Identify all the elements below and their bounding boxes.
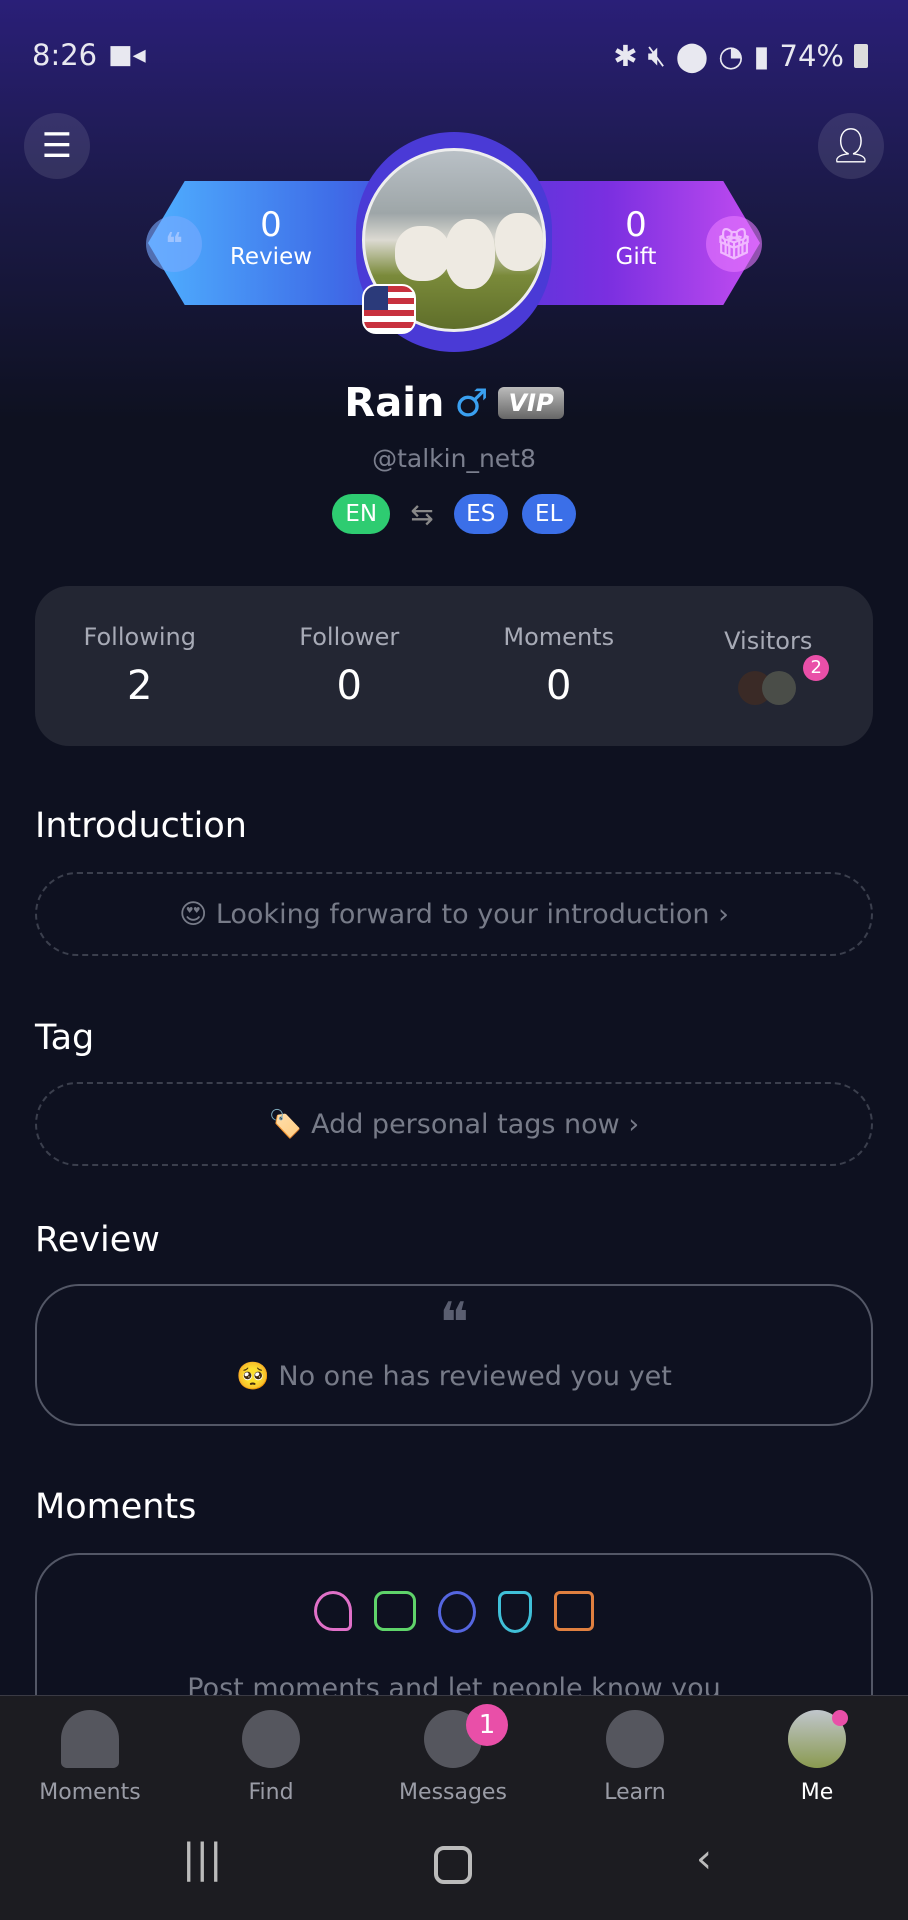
status-bar: 8:26 ■◂ ✱ 🔇︎ ⬤ ◔ ▮ 74% [0, 30, 908, 82]
stat-following[interactable]: Following 2 [45, 623, 235, 709]
tag-prompt[interactable]: 🏷️ Add personal tags now › [35, 1082, 873, 1166]
nav-label: Me [800, 1780, 834, 1805]
battery-text: 74% [779, 38, 844, 73]
video-icon: ■◂ [108, 40, 146, 70]
us-flag-icon [362, 284, 416, 334]
green-bubble-icon [374, 1591, 416, 1631]
review-label: Review [229, 244, 313, 270]
blue-bubble-icon [438, 1591, 476, 1633]
stat-label: Follower [299, 623, 400, 651]
nav-label: Find [248, 1780, 294, 1805]
orange-bubble-icon [554, 1591, 594, 1631]
gift-icon[interactable]: 🎁︎ [706, 216, 762, 272]
stat-visitors[interactable]: Visitors 2 [673, 627, 863, 705]
introduction-prompt[interactable]: 😍 Looking forward to your introduction › [35, 872, 873, 956]
nav-messages[interactable]: Messages 1 [378, 1704, 528, 1805]
visitors-badge: 2 [803, 655, 830, 681]
stat-value: 2 [127, 663, 153, 709]
menu-button[interactable]: ☰ [24, 113, 90, 179]
stat-value: 0 [546, 663, 572, 709]
learn-icon [606, 1710, 664, 1768]
location-icon: ⬤ [675, 38, 709, 73]
review-badge[interactable]: 0 Review [211, 206, 331, 270]
review-empty: 🥺 No one has reviewed you yet [236, 1361, 672, 1392]
nav-moments[interactable]: Moments [15, 1710, 165, 1805]
nav-label: Learn [604, 1780, 666, 1805]
wifi-icon: ◔ [718, 38, 744, 73]
home-button[interactable] [434, 1846, 472, 1884]
pink-bubble-icon [314, 1591, 352, 1631]
swap-icon: ⇆ [410, 497, 434, 531]
recents-button[interactable]: ||| [182, 1836, 222, 1882]
bluetooth-icon: ✱ [613, 38, 638, 73]
quote-icon: ❝ [438, 1291, 470, 1356]
review-box: ❝ 🥺 No one has reviewed you yet [35, 1284, 873, 1426]
introduction-heading: Introduction [35, 806, 247, 846]
edit-profile-icon: 👤︎ [829, 126, 873, 166]
male-icon: ♂ [454, 381, 489, 425]
moments-heading: Moments [35, 1487, 197, 1527]
status-time: 8:26 [32, 38, 98, 72]
stat-label: Following [83, 623, 196, 651]
gift-count: 0 [625, 205, 647, 245]
stat-follower[interactable]: Follower 0 [254, 623, 444, 709]
native-language-pill: EN [332, 494, 391, 534]
me-dot [832, 1710, 848, 1726]
stat-label: Visitors [724, 627, 813, 655]
review-heading: Review [35, 1220, 160, 1260]
bottom-nav: Moments Find Messages 1 Learn Me ||| ‹ [0, 1695, 908, 1920]
profile-name: Rain [344, 380, 445, 426]
visitor-avatars [738, 671, 798, 705]
learning-language-pill: EL [521, 494, 576, 534]
stat-moments[interactable]: Moments 0 [464, 623, 654, 709]
stat-label: Moments [503, 623, 615, 651]
signal-icon: ▮ [753, 38, 770, 73]
language-row: EN ⇆ ES EL [0, 494, 908, 534]
messages-badge: 1 [466, 1704, 508, 1746]
review-count: 0 [260, 205, 282, 245]
menu-icon: ☰ [41, 126, 73, 166]
nav-find[interactable]: Find [196, 1710, 346, 1805]
learning-language-pill: ES [453, 494, 508, 534]
nav-label: Moments [39, 1780, 141, 1805]
gift-label: Gift [615, 244, 657, 270]
review-quote-icon[interactable]: ❝ [146, 216, 202, 272]
find-icon [242, 1710, 300, 1768]
stats-card: Following 2 Follower 0 Moments 0 Visitors 2 [35, 586, 873, 746]
edit-profile-button[interactable]: 👤︎ [818, 113, 884, 179]
vip-badge[interactable]: VIP [498, 387, 564, 419]
battery-icon [854, 43, 868, 68]
profile-handle: @talkin_net8 [372, 444, 536, 473]
home-icon [61, 1710, 119, 1768]
moment-emoji-row [37, 1591, 871, 1633]
nav-learn[interactable]: Learn [560, 1710, 710, 1805]
cyan-bubble-icon [498, 1591, 532, 1633]
nav-me[interactable]: Me [742, 1710, 892, 1805]
back-button[interactable]: ‹ [696, 1836, 712, 1882]
stat-value: 0 [336, 663, 362, 709]
gift-badge[interactable]: 0 Gift [576, 206, 696, 270]
mute-icon: 🔇︎ [647, 38, 666, 72]
nav-label: Messages [399, 1780, 507, 1805]
profile-name-row: Rain ♂ VIP [0, 380, 908, 426]
tag-heading: Tag [35, 1018, 95, 1058]
